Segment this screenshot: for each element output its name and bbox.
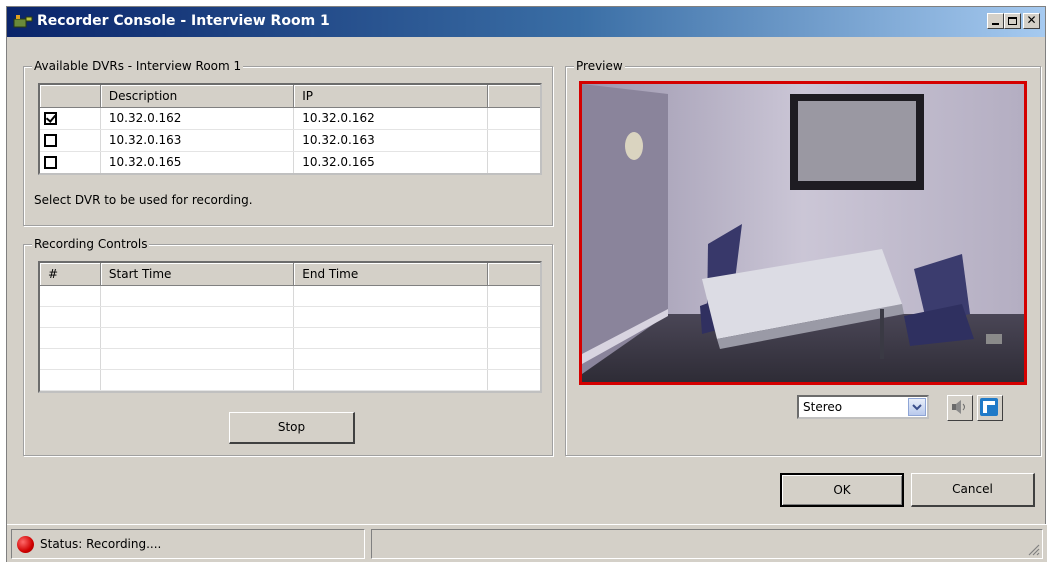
window-title: Recorder Console - Interview Room 1 (37, 13, 330, 29)
recorder-console-window: Recorder Console - Interview Room 1 ✕ Av… (6, 6, 1047, 562)
audio-channel-select[interactable]: Stereo (797, 395, 929, 419)
close-icon: ✕ (1026, 13, 1037, 27)
title-bar[interactable]: Recorder Console - Interview Room 1 ✕ (7, 7, 1045, 37)
dvr-description: 10.32.0.165 (100, 151, 295, 173)
dvr-hint-text: Select DVR to be used for recording. (34, 193, 253, 207)
dvr-row[interactable]: 10.32.0.162 10.32.0.162 (40, 107, 540, 130)
volume-button[interactable] (947, 395, 973, 421)
popout-icon (980, 398, 998, 416)
dvr-ip: 10.32.0.162 (293, 107, 488, 130)
chevron-down-icon[interactable] (908, 398, 926, 416)
recording-header-number[interactable]: # (40, 263, 101, 286)
dvr-description: 10.32.0.162 (100, 107, 295, 130)
dvr-checkbox[interactable] (44, 112, 57, 125)
dvr-checkbox[interactable] (44, 134, 57, 147)
resize-grip-icon[interactable] (1026, 542, 1040, 556)
preview-legend: Preview (574, 59, 625, 73)
maximize-icon (1008, 17, 1017, 25)
dvr-description: 10.32.0.163 (100, 129, 295, 152)
minimize-button[interactable] (987, 13, 1004, 29)
camera-app-icon (13, 15, 33, 28)
speaker-icon (952, 400, 965, 414)
recording-controls-legend: Recording Controls (32, 237, 150, 251)
ok-button[interactable]: OK (780, 473, 904, 507)
recording-row[interactable] (40, 306, 540, 328)
status-text: Status: Recording.... (40, 537, 162, 551)
dvr-header-filler (487, 85, 540, 108)
recording-row[interactable] (40, 327, 540, 349)
dvr-header-description[interactable]: Description (100, 85, 295, 108)
recording-row[interactable] (40, 348, 540, 370)
dvr-ip: 10.32.0.165 (293, 151, 488, 173)
available-dvrs-group: Available DVRs - Interview Room 1 Descri… (23, 59, 553, 226)
dvr-ip: 10.32.0.163 (293, 129, 488, 152)
status-pane-secondary (371, 529, 1043, 559)
minimize-icon (992, 23, 999, 25)
recording-row[interactable] (40, 285, 540, 307)
cancel-button[interactable]: Cancel (911, 473, 1035, 507)
recording-list[interactable]: # Start Time End Time (38, 261, 542, 393)
recording-header-start[interactable]: Start Time (100, 263, 295, 286)
recording-controls-group: Recording Controls # Start Time End Time… (23, 237, 553, 456)
maximize-button[interactable] (1004, 13, 1021, 29)
video-preview[interactable] (579, 81, 1027, 385)
popout-button[interactable] (977, 395, 1003, 421)
status-bar: Status: Recording.... (7, 524, 1047, 562)
dvr-list[interactable]: Description IP 10.32.0.162 10.32.0.162 1… (38, 83, 542, 175)
recording-header-end[interactable]: End Time (293, 263, 488, 286)
dvr-header-ip[interactable]: IP (293, 85, 488, 108)
dvr-row[interactable]: 10.32.0.163 10.32.0.163 (40, 129, 540, 152)
status-pane-main: Status: Recording.... (11, 529, 365, 559)
recording-status-icon (17, 536, 34, 553)
dvr-checkbox[interactable] (44, 156, 57, 169)
recording-header-filler (487, 263, 540, 286)
close-button[interactable]: ✕ (1023, 13, 1040, 29)
stop-button[interactable]: Stop (229, 412, 355, 444)
dvr-row[interactable]: 10.32.0.165 10.32.0.165 (40, 151, 540, 173)
recording-row[interactable] (40, 369, 540, 391)
dvr-header-check[interactable] (40, 85, 101, 108)
interview-room-video-frame (582, 84, 1024, 382)
audio-channel-value: Stereo (803, 400, 843, 414)
available-dvrs-legend: Available DVRs - Interview Room 1 (32, 59, 244, 73)
